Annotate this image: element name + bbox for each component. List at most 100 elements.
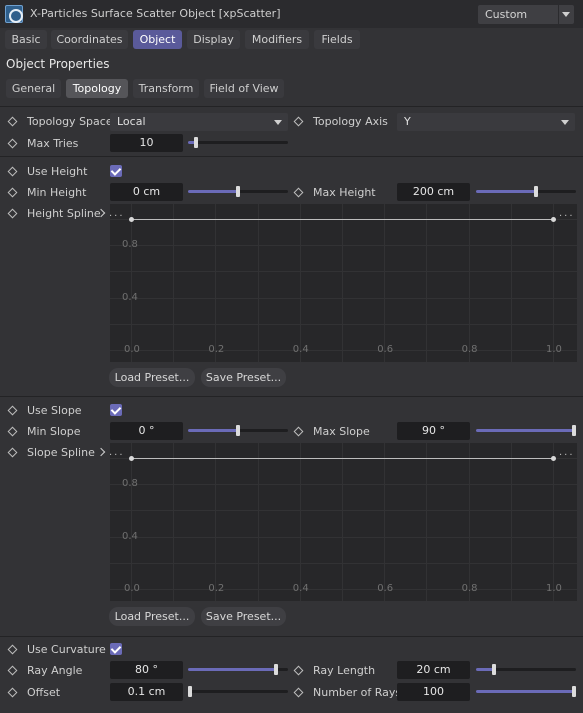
slider-handle[interactable] — [236, 425, 240, 436]
x-tick-label: 0.0 — [124, 583, 140, 594]
x-tick-label: 0.2 — [208, 583, 225, 594]
chevron-right-icon[interactable] — [96, 447, 106, 457]
grid-line — [553, 204, 554, 362]
keyframe-diamond-icon[interactable] — [7, 447, 18, 458]
divider — [0, 156, 583, 157]
keyframe-diamond-icon[interactable] — [7, 405, 18, 416]
slider-handle[interactable] — [236, 186, 240, 197]
keyframe-diamond-icon[interactable] — [7, 138, 18, 149]
topology-axis-value: Y — [404, 115, 411, 128]
use-slope-label: Use Slope — [27, 404, 82, 417]
subtab-general[interactable]: General — [6, 79, 61, 98]
keyframe-diamond-icon[interactable] — [293, 187, 304, 198]
tab-basic[interactable]: Basic — [5, 30, 47, 49]
max-height-slider[interactable] — [476, 186, 576, 197]
min-height-slider[interactable] — [188, 186, 288, 197]
grid-line — [510, 204, 512, 362]
slider-handle[interactable] — [188, 686, 192, 697]
use-height-checkbox[interactable] — [110, 165, 122, 177]
height-save-preset-button[interactable]: Save Preset... — [201, 368, 286, 387]
spline-point[interactable] — [551, 456, 556, 461]
keyframe-diamond-icon[interactable] — [293, 116, 304, 127]
keyframe-diamond-icon[interactable] — [7, 116, 18, 127]
x-tick-label: 0.6 — [377, 583, 394, 594]
keyframe-diamond-icon[interactable] — [7, 644, 18, 655]
spline-curve — [131, 219, 553, 220]
grid-line — [173, 204, 175, 362]
ray-length-field[interactable]: 20 cm — [397, 661, 470, 679]
offset-field[interactable]: 0.1 cm — [110, 683, 183, 701]
spline-point[interactable] — [551, 217, 556, 222]
grid-line — [131, 443, 132, 601]
slider-handle[interactable] — [572, 425, 576, 436]
spline-point[interactable] — [129, 217, 134, 222]
preset-dropdown[interactable]: Custom — [478, 5, 574, 24]
y-tick-label: 0.8 — [122, 239, 138, 251]
tab-display[interactable]: Display — [187, 30, 240, 49]
slider-handle[interactable] — [492, 664, 496, 675]
tab-object[interactable]: Object — [133, 30, 182, 49]
keyframe-diamond-icon[interactable] — [7, 665, 18, 676]
keyframe-diamond-icon[interactable] — [7, 187, 18, 198]
number-of-rays-slider[interactable] — [476, 686, 576, 697]
slider-handle[interactable] — [572, 686, 576, 697]
min-slope-field[interactable]: 0 ° — [110, 422, 183, 440]
height-load-preset-button[interactable]: Load Preset... — [109, 368, 195, 387]
max-tries-slider[interactable] — [188, 137, 288, 148]
min-height-field[interactable]: 0 cm — [110, 183, 183, 201]
subtab-topology[interactable]: Topology — [66, 79, 128, 98]
keyframe-diamond-icon[interactable] — [7, 687, 18, 698]
keyframe-diamond-icon[interactable] — [7, 166, 18, 177]
divider — [0, 396, 583, 397]
offset-slider[interactable] — [188, 686, 288, 697]
max-slope-slider[interactable] — [476, 425, 576, 436]
max-tries-field[interactable]: 10 — [110, 134, 183, 152]
max-slope-field[interactable]: 90 ° — [397, 422, 470, 440]
slope-save-preset-button[interactable]: Save Preset... — [201, 607, 286, 626]
preset-label: Custom — [485, 8, 528, 21]
use-curvature-checkbox[interactable] — [110, 643, 122, 655]
grid-line — [110, 297, 577, 299]
preset-divider — [558, 5, 559, 24]
min-slope-label: Min Slope — [27, 425, 81, 438]
x-tick-label: 1.0 — [546, 344, 562, 355]
use-slope-checkbox[interactable] — [110, 404, 122, 416]
topology-axis-dropdown[interactable]: Y — [397, 113, 575, 131]
slider-handle[interactable] — [194, 137, 198, 148]
max-height-field[interactable]: 200 cm — [397, 183, 470, 201]
slider-fill — [188, 429, 238, 432]
number-of-rays-field[interactable]: 100 — [397, 683, 470, 701]
slope-spline-graph[interactable]: 0.0 0.2 0.4 0.6 0.8 1.0 0.8 0.4 ··· ··· — [109, 443, 577, 601]
keyframe-diamond-icon[interactable] — [293, 426, 304, 437]
ray-angle-label: Ray Angle — [27, 664, 83, 677]
slope-load-preset-button[interactable]: Load Preset... — [109, 607, 195, 626]
ray-angle-slider[interactable] — [188, 664, 288, 675]
min-slope-slider[interactable] — [188, 425, 288, 436]
topology-space-dropdown[interactable]: Local — [110, 113, 288, 131]
grid-line — [110, 484, 577, 486]
chevron-down-icon — [562, 12, 570, 17]
keyframe-diamond-icon[interactable] — [7, 426, 18, 437]
ray-length-slider[interactable] — [476, 664, 576, 675]
height-spline-graph[interactable]: 0.0 0.2 0.4 0.6 0.8 1.0 0.8 0.4 ··· ··· — [109, 204, 577, 362]
keyframe-diamond-icon[interactable] — [7, 208, 18, 219]
ray-angle-field[interactable]: 80 ° — [110, 661, 183, 679]
subtab-field-of-view[interactable]: Field of View — [204, 79, 284, 98]
tab-modifiers[interactable]: Modifiers — [245, 30, 309, 49]
tab-coordinates[interactable]: Coordinates — [51, 30, 128, 49]
slider-handle[interactable] — [274, 664, 278, 675]
tab-fields[interactable]: Fields — [314, 30, 360, 49]
keyframe-diamond-icon[interactable] — [293, 665, 304, 676]
x-tick-label: 0.8 — [461, 583, 478, 594]
topology-axis-label: Topology Axis — [313, 115, 388, 128]
spline-point[interactable] — [129, 456, 134, 461]
slider-handle[interactable] — [534, 186, 538, 197]
subtab-transform[interactable]: Transform — [133, 79, 199, 98]
grid-line — [257, 443, 259, 601]
keyframe-diamond-icon[interactable] — [293, 687, 304, 698]
spline-curve — [131, 458, 553, 459]
divider — [0, 106, 583, 107]
divider — [0, 636, 583, 637]
x-tick-label: 0.4 — [292, 583, 309, 594]
grid-line — [110, 562, 577, 564]
